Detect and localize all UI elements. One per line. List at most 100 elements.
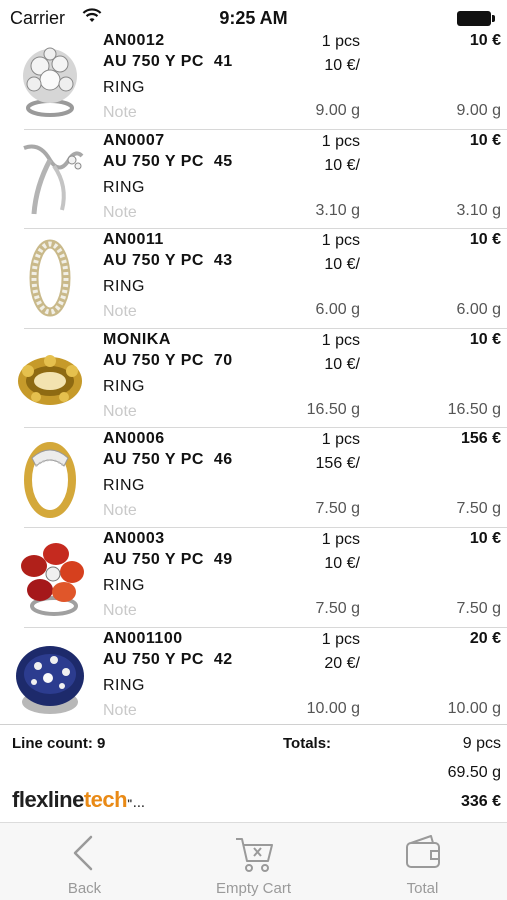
item-total-weight: 6.00 g: [456, 301, 501, 319]
cart-item[interactable]: AN0011 AU 750 Y PC 43 RING Note 1 pcs 10…: [0, 229, 507, 329]
item-unit-price: 20 €/: [324, 654, 360, 672]
item-type: RING: [103, 278, 145, 296]
item-quantity[interactable]: 1 pcs: [322, 431, 360, 449]
item-quantity[interactable]: 1 pcs: [322, 33, 360, 51]
item-total-weight: 3.10 g: [456, 201, 501, 219]
item-unit-price: 10 €/: [324, 554, 360, 572]
item-alloy: AU 750 Y PC 41: [103, 53, 233, 70]
battery-icon: [457, 11, 495, 26]
item-unit-price: 10 €/: [324, 156, 360, 174]
logo-suffix: "...: [127, 798, 146, 810]
item-type: RING: [103, 377, 145, 395]
item-alloy: AU 750 Y PC 46: [103, 451, 233, 469]
item-quantity[interactable]: 1 pcs: [322, 332, 360, 350]
item-unit-price: 156 €/: [315, 455, 360, 473]
item-total-weight: 7.50 g: [456, 599, 501, 617]
item-type: RING: [103, 79, 145, 96]
item-total-price: 10 €: [469, 330, 501, 348]
note-field[interactable]: Note: [103, 502, 137, 520]
item-code: MONIKA: [103, 330, 171, 348]
tab-bar: Back Empty Cart Total: [0, 822, 507, 900]
line-count: Line count: 9: [12, 735, 106, 752]
back-tab[interactable]: Back: [0, 823, 169, 900]
cart-list[interactable]: AN0012 AU 750 Y PC 41 RING Note 1 pcs 10…: [0, 30, 507, 727]
item-total-price: 156 €: [460, 430, 501, 448]
back-label: Back: [67, 880, 102, 897]
cart-icon: [236, 838, 273, 872]
item-total-price: 10 €: [469, 231, 501, 249]
item-type: RING: [103, 477, 145, 495]
item-weight: 7.50 g: [315, 500, 360, 518]
note-field[interactable]: Note: [103, 702, 137, 720]
item-unit-price: 10 €/: [324, 57, 360, 74]
ring-eternity-band-image: [29, 239, 71, 317]
empty-cart-label: Empty Cart: [215, 880, 291, 897]
back-chevron-icon: [73, 835, 93, 871]
item-alloy: AU 750 Y PC 70: [103, 351, 233, 369]
ring-silver-twist-image: [23, 144, 84, 214]
item-total-weight: 7.50 g: [456, 500, 501, 518]
total-tab[interactable]: Total: [338, 823, 507, 900]
item-unit-price: 10 €/: [324, 256, 360, 274]
item-quantity[interactable]: 1 pcs: [322, 531, 360, 549]
item-alloy: AU 750 Y PC 43: [103, 252, 233, 270]
item-weight: 16.50 g: [306, 400, 360, 418]
item-quantity[interactable]: 1 pcs: [322, 232, 360, 250]
total-weight: 69.50 g: [447, 764, 501, 781]
cart-item[interactable]: AN0007 AU 750 Y PC 45 RING Note 1 pcs 10…: [0, 130, 507, 230]
note-field[interactable]: Note: [103, 403, 137, 421]
item-quantity[interactable]: 1 pcs: [322, 133, 360, 151]
empty-cart-tab[interactable]: Empty Cart: [169, 823, 338, 900]
item-weight: 7.50 g: [315, 599, 360, 617]
ring-gold-chunky-image: [18, 354, 82, 405]
item-weight: 6.00 g: [315, 301, 360, 319]
item-quantity[interactable]: 1 pcs: [322, 631, 360, 649]
logo-part-2: tech: [83, 787, 128, 812]
item-weight: 10.00 g: [306, 699, 360, 717]
item-type: RING: [103, 576, 145, 594]
ring-blue-enamel-image: [16, 645, 84, 714]
item-code: AN0007: [103, 131, 165, 149]
item-total-price: 20 €: [469, 629, 501, 647]
item-weight: 9.00 g: [315, 102, 360, 119]
cart-item[interactable]: AN0003 AU 750 Y PC 49 RING Note 1 pcs 10…: [0, 528, 507, 628]
clock: 9:25 AM: [219, 8, 288, 28]
item-code: AN0006: [103, 430, 165, 448]
totals-label: Totals:: [283, 735, 332, 752]
flexlinetech-logo: flexlinetech"...: [12, 787, 145, 813]
item-code: AN0012: [103, 32, 165, 49]
wallet-icon: [406, 835, 440, 868]
note-field[interactable]: Note: [103, 104, 137, 122]
cart-item[interactable]: AN0012 AU 750 Y PC 41 RING Note 1 pcs 10…: [0, 30, 507, 130]
total-price: 336 €: [460, 793, 501, 810]
ring-diamond-cluster-image: [23, 47, 77, 117]
cart-item[interactable]: AN0006 AU 750 Y PC 46 RING Note 1 pcs 15…: [0, 428, 507, 528]
total-pieces: 9 pcs: [462, 735, 501, 752]
item-total-price: 10 €: [469, 131, 501, 149]
item-type: RING: [103, 676, 145, 694]
ring-gold-pave-image: [24, 442, 76, 519]
cart-totals: Line count: 9 Totals: 9 pcs 69.50 g 336 …: [0, 724, 507, 819]
note-field[interactable]: Note: [103, 204, 137, 222]
ring-red-flower-image: [21, 542, 84, 616]
cart-item[interactable]: MONIKA AU 750 Y PC 70 RING Note 1 pcs 10…: [0, 329, 507, 429]
item-alloy: AU 750 Y PC 45: [103, 152, 233, 170]
item-total-weight: 9.00 g: [456, 102, 501, 119]
total-label: Total: [406, 880, 439, 897]
item-total-price: 10 €: [469, 32, 501, 49]
item-unit-price: 10 €/: [324, 355, 360, 373]
logo-part-1: flexline: [12, 787, 84, 812]
note-field[interactable]: Note: [103, 303, 137, 321]
item-alloy: AU 750 Y PC 49: [103, 550, 233, 568]
item-alloy: AU 750 Y PC 42: [103, 650, 233, 668]
item-code: AN0011: [103, 231, 164, 249]
item-total-price: 10 €: [469, 529, 501, 547]
item-total-weight: 10.00 g: [447, 699, 501, 717]
item-type: RING: [103, 178, 145, 196]
item-total-weight: 16.50 g: [447, 400, 501, 418]
cart-item[interactable]: AN001100 AU 750 Y PC 42 RING Note 1 pcs …: [0, 628, 507, 728]
item-code: AN001100: [103, 629, 183, 647]
item-weight: 3.10 g: [315, 201, 360, 219]
item-code: AN0003: [103, 529, 165, 547]
note-field[interactable]: Note: [103, 602, 137, 620]
